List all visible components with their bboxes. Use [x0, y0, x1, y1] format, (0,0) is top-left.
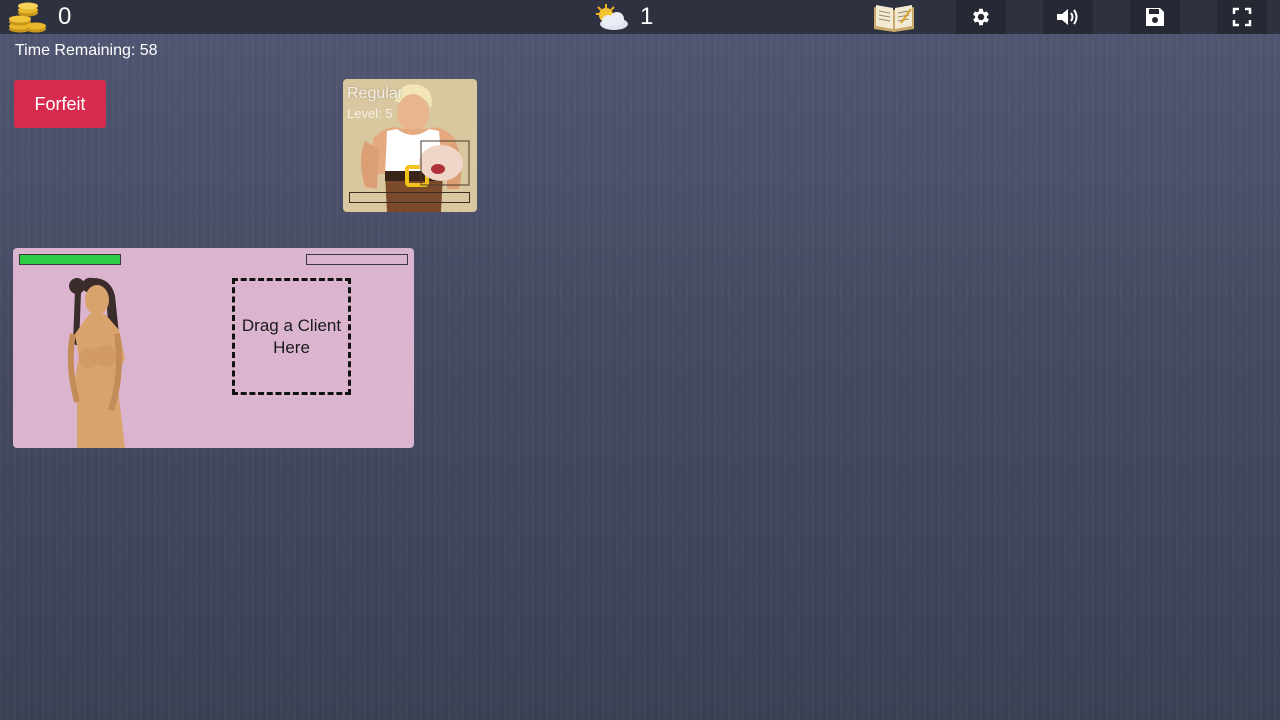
client-drop-zone[interactable]: Drag a Client Here	[232, 278, 351, 395]
stamina-bar	[19, 254, 121, 265]
sun-cloud-icon	[596, 4, 628, 30]
top-bar: 0 1	[0, 0, 1280, 34]
fullscreen-button[interactable]	[1217, 0, 1267, 34]
floppy-disk-icon	[1146, 8, 1164, 26]
day-counter: 1	[592, 0, 653, 34]
client-level: Level: 5	[347, 106, 393, 121]
worker-station: Drag a Client Here	[13, 248, 414, 448]
day-value: 1	[640, 3, 654, 30]
work-progress-bar	[306, 254, 408, 265]
journal-button[interactable]	[869, 0, 919, 34]
gear-icon	[973, 8, 989, 26]
gold-counter: 0	[8, 0, 71, 34]
sound-button[interactable]	[1043, 0, 1093, 34]
drop-zone-label: Drag a Client Here	[241, 315, 342, 357]
worker-portrait	[67, 277, 125, 448]
client-card[interactable]: Regular Level: 5	[343, 79, 477, 212]
coin-stack-icon	[9, 2, 46, 33]
client-type: Regular	[347, 85, 404, 102]
save-button[interactable]	[1130, 0, 1180, 34]
fullscreen-icon	[1232, 7, 1252, 27]
settings-button[interactable]	[956, 0, 1006, 34]
client-progress-bar	[349, 192, 470, 203]
gold-value: 0	[58, 3, 72, 30]
forfeit-button[interactable]: Forfeit	[14, 80, 106, 128]
speaker-icon	[1057, 9, 1078, 25]
open-book-icon	[874, 5, 914, 32]
stamina-bar-fill	[20, 255, 120, 264]
time-remaining: Time Remaining: 58	[15, 42, 158, 59]
